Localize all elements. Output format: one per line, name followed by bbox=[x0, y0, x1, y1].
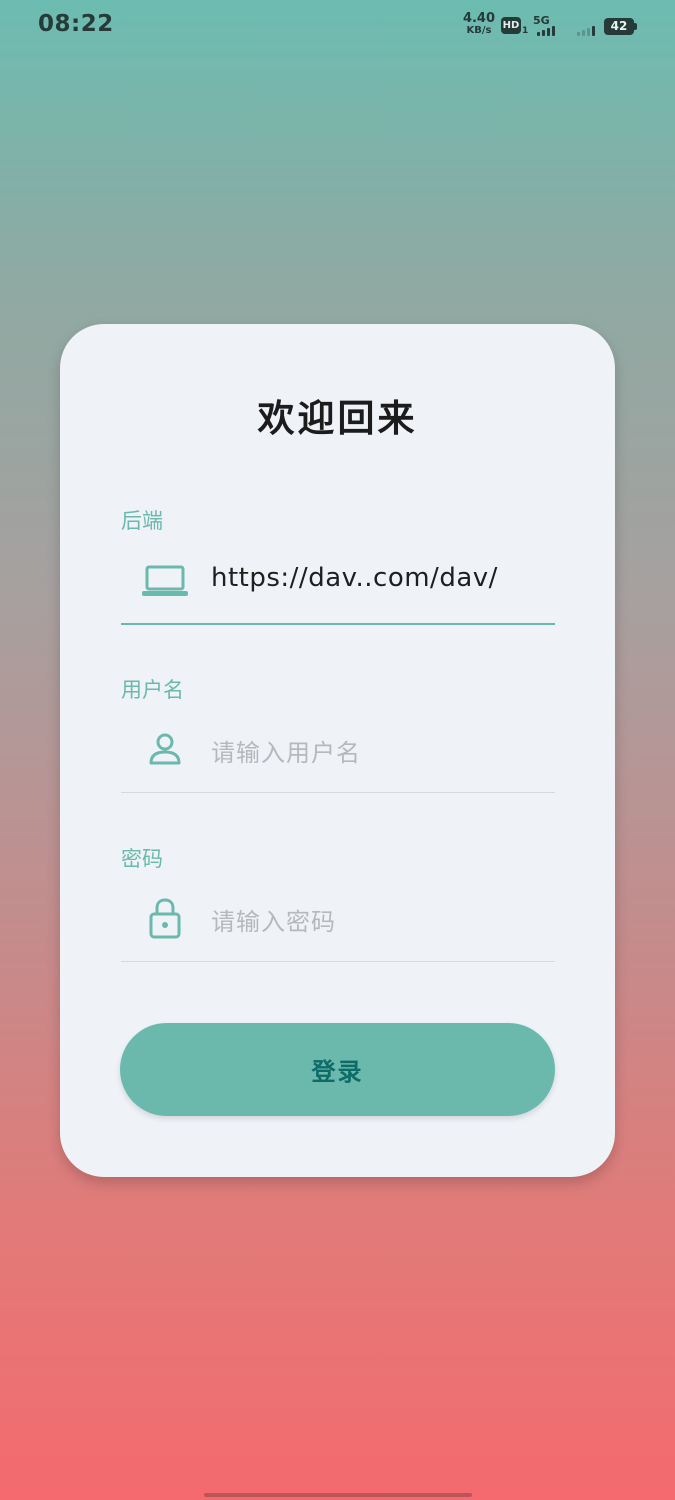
username-label: 用户名 bbox=[121, 678, 184, 702]
login-button-label: 登录 bbox=[311, 1058, 364, 1086]
password-field-underline bbox=[121, 961, 555, 962]
username-field-underline bbox=[121, 792, 555, 793]
lock-icon bbox=[149, 897, 181, 939]
network-speed: 4.40 KB/s bbox=[461, 12, 497, 36]
hd-sub-label: 1 bbox=[522, 26, 529, 36]
hd-icon: HD bbox=[501, 17, 521, 34]
password-input[interactable]: 请输入密码 bbox=[211, 902, 336, 937]
status-bar: 08:22 4.40 KB/s HD 1 5G 42 bbox=[0, 0, 675, 52]
network-speed-value: 4.40 bbox=[462, 11, 496, 26]
secondary-signal-icon bbox=[577, 26, 595, 36]
laptop-icon bbox=[142, 565, 188, 597]
battery-tip bbox=[634, 23, 637, 30]
backend-url-input[interactable]: https://dav..com/dav/ bbox=[211, 563, 498, 593]
login-button[interactable]: 登录 bbox=[120, 1023, 555, 1116]
password-label: 密码 bbox=[121, 847, 163, 871]
home-indicator[interactable] bbox=[204, 1493, 472, 1497]
network-speed-unit: KB/s bbox=[466, 25, 492, 36]
backend-field-underline bbox=[121, 623, 555, 625]
person-icon bbox=[148, 732, 182, 766]
username-input[interactable]: 请输入用户名 bbox=[211, 733, 361, 768]
signal-strength-icon bbox=[537, 26, 555, 36]
backend-label: 后端 bbox=[121, 509, 163, 533]
status-time: 08:22 bbox=[38, 11, 114, 37]
battery-icon: 42 bbox=[604, 18, 634, 35]
page-title: 欢迎回来 bbox=[257, 397, 418, 440]
